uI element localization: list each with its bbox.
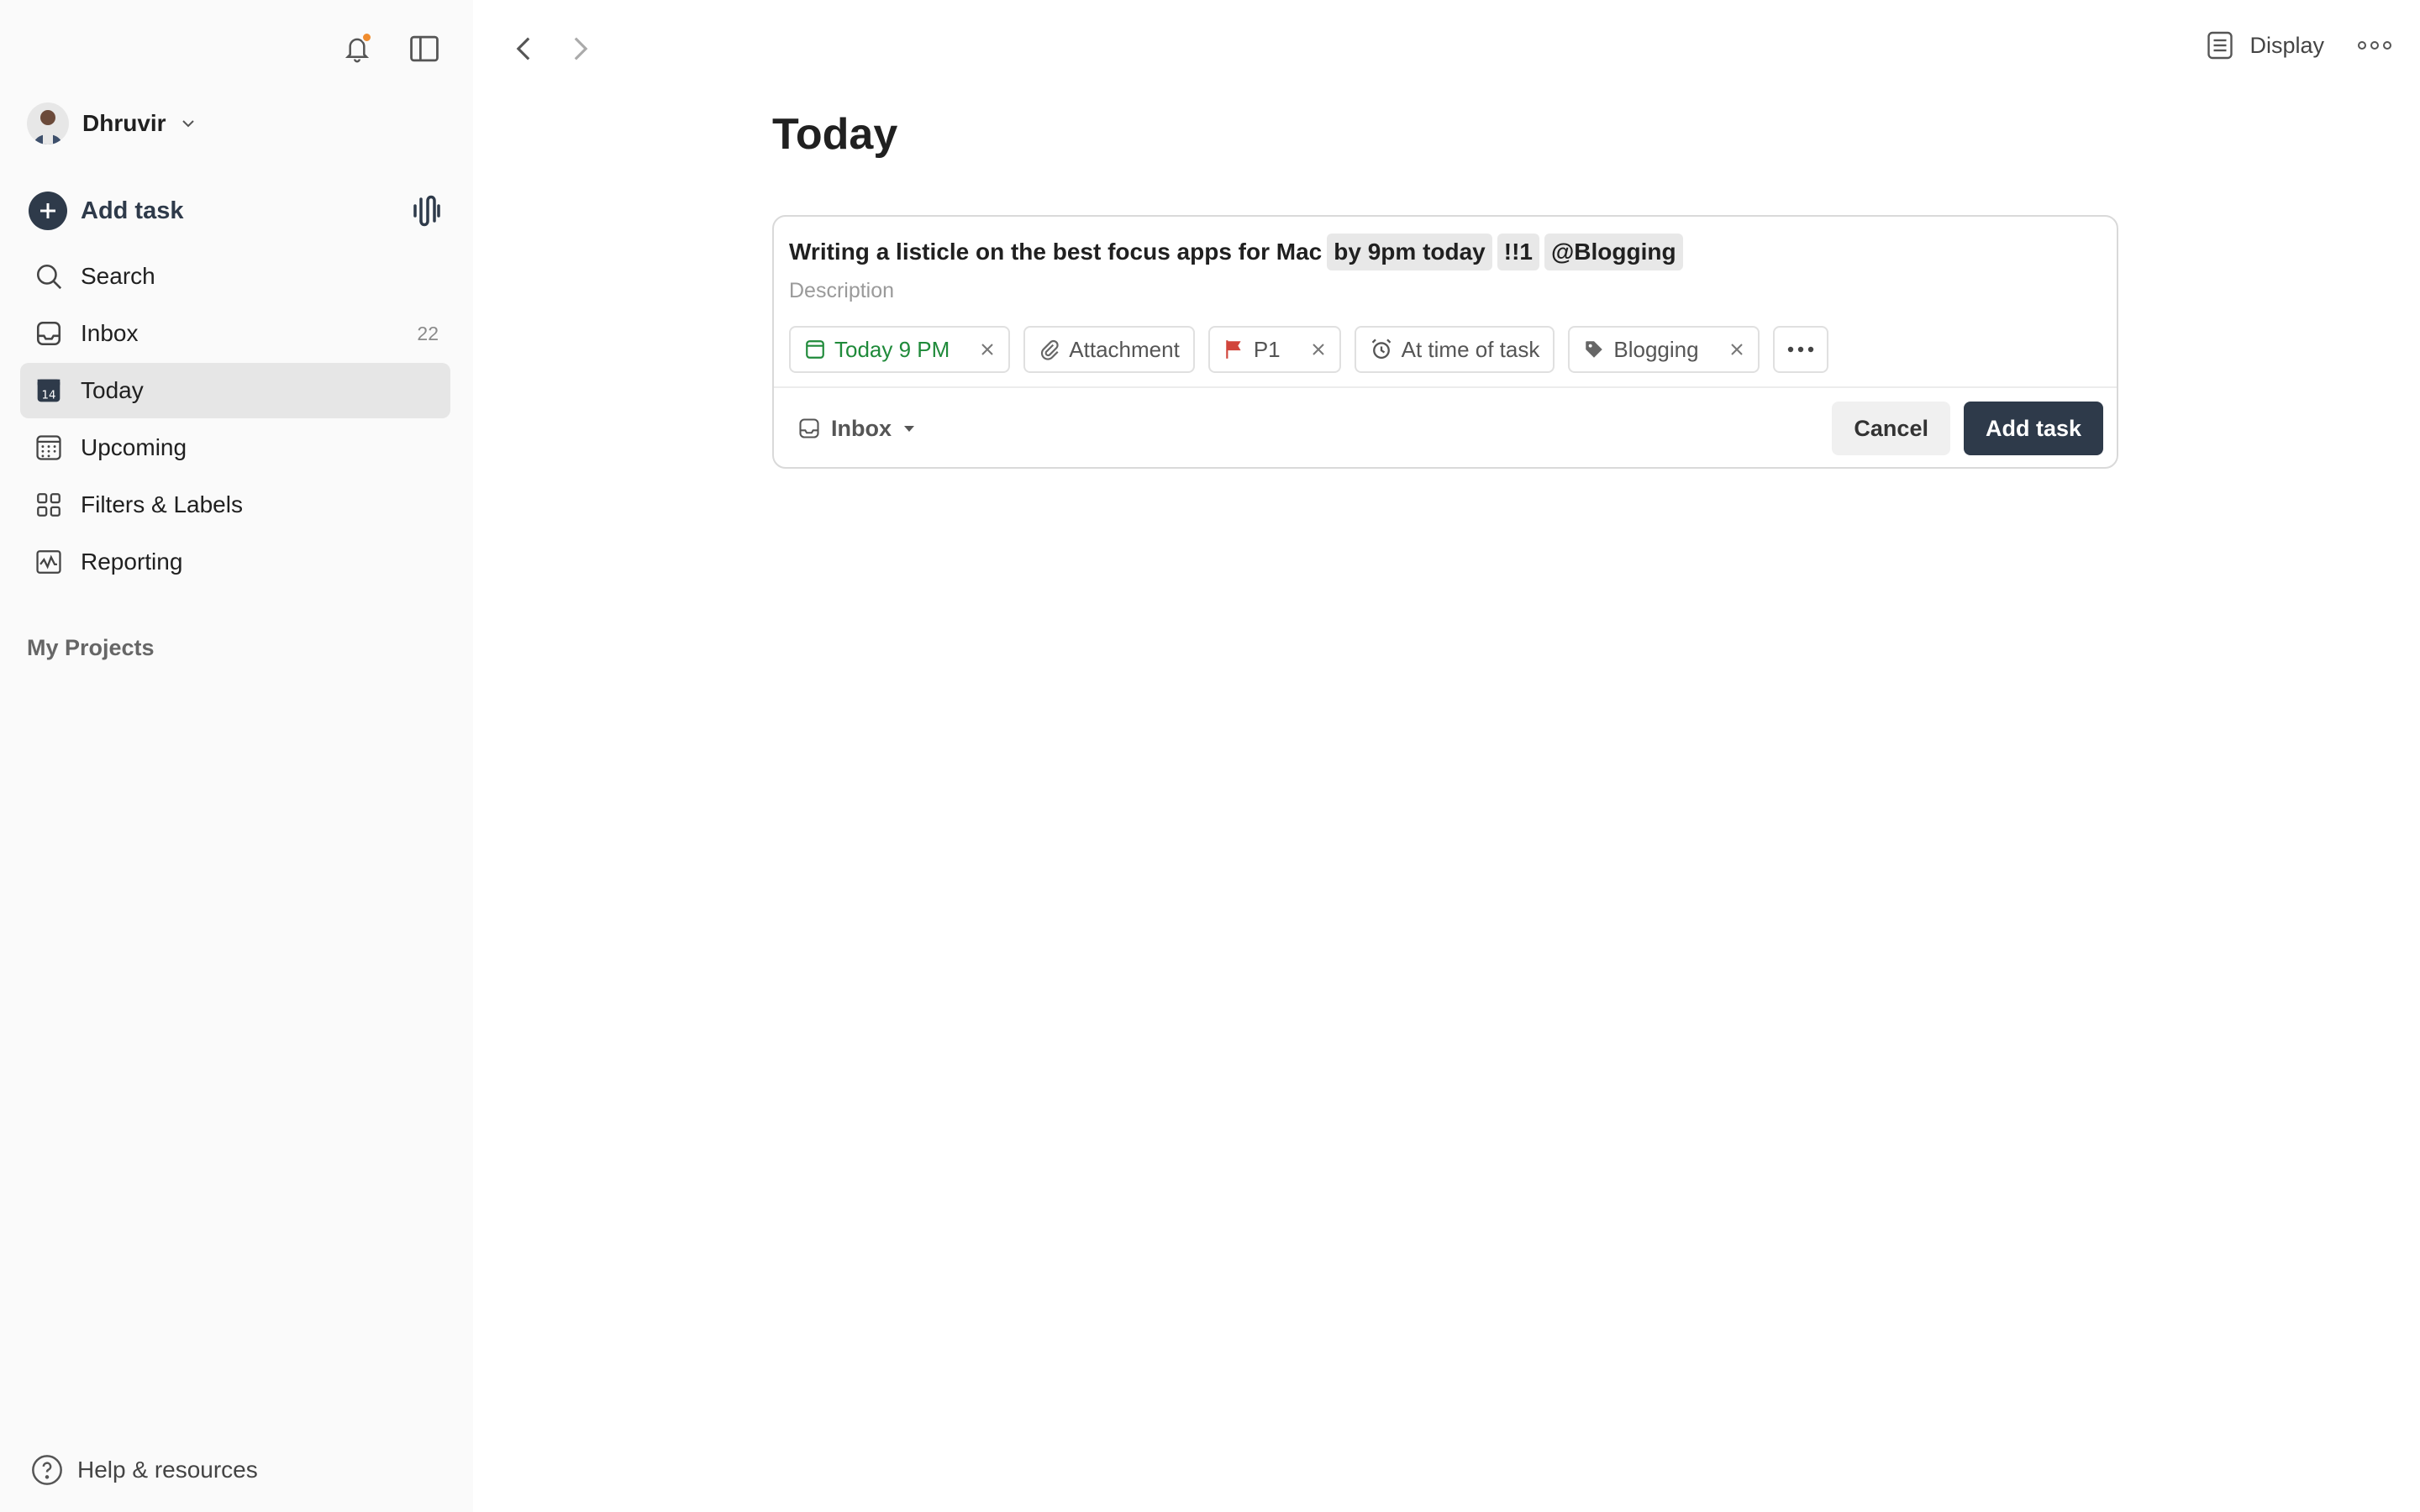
close-icon[interactable]	[1311, 342, 1326, 357]
project-selector[interactable]: Inbox	[797, 416, 917, 442]
attachment-label: Attachment	[1069, 336, 1180, 362]
sidebar-item-search[interactable]: Search	[20, 249, 450, 304]
more-horizontal-icon	[2358, 41, 2391, 50]
editor-footer: Inbox Cancel Add task	[774, 388, 2117, 469]
task-attribute-chips: Today 9 PM Attachment P1 At time of task	[789, 326, 1828, 373]
submit-add-task-button[interactable]: Add task	[1963, 402, 2103, 455]
app-window: Dhruvir Add task Search Inbox 22 14 Toda…	[0, 0, 2420, 1512]
ramble-button[interactable]	[408, 192, 445, 229]
task-name-input[interactable]: Writing a listicle on the best focus app…	[789, 234, 1683, 270]
close-icon[interactable]	[980, 342, 995, 357]
sidebar-item-inbox[interactable]: Inbox 22	[20, 306, 450, 361]
cancel-button[interactable]: Cancel	[1832, 402, 1950, 455]
sidebar-nav: Search Inbox 22 14 Today Upcoming Filter…	[20, 249, 450, 591]
display-settings-icon	[2207, 31, 2233, 60]
due-date-label: Today 9 PM	[834, 336, 950, 362]
sidebar-item-today[interactable]: 14 Today	[20, 363, 450, 418]
editor-actions: Cancel Add task	[1832, 402, 2103, 455]
task-text: Writing a listicle on the best focus app…	[789, 239, 1323, 265]
user-name: Dhruvir	[82, 110, 166, 136]
sidebar-item-label: Filters & Labels	[81, 491, 243, 517]
display-label: Display	[2249, 32, 2324, 58]
add-task-label: Add task	[81, 197, 184, 224]
attachment-chip[interactable]: Attachment	[1023, 326, 1195, 373]
description-input[interactable]: Description	[789, 279, 894, 303]
chart-icon	[34, 547, 64, 577]
chevron-right-icon	[574, 37, 588, 60]
inbox-icon	[799, 418, 819, 438]
sidebar-item-label: Reporting	[81, 549, 183, 575]
inbox-icon	[34, 318, 64, 349]
calendar-grid-icon	[34, 433, 64, 463]
main-content: Display Today Writing a listicle on the …	[473, 0, 2420, 1512]
plus-icon	[29, 192, 67, 230]
priority-token: !!1	[1497, 234, 1539, 270]
today-day-number: 14	[42, 389, 56, 402]
add-task-row: Add task	[29, 192, 445, 230]
sidebar-top-icons	[339, 30, 443, 67]
caret-down-icon	[904, 426, 914, 432]
reminder-label: At time of task	[1401, 336, 1540, 362]
priority-chip[interactable]: P1	[1207, 326, 1341, 373]
flag-icon	[1226, 340, 1241, 359]
help-icon	[32, 1455, 62, 1485]
chevron-left-icon	[516, 37, 530, 60]
label-chip[interactable]: Blogging	[1568, 326, 1760, 373]
forward-button[interactable]	[562, 30, 599, 67]
project-label: Inbox	[831, 415, 892, 441]
date-token: by 9pm today	[1327, 234, 1492, 270]
sidebar-item-label: Search	[81, 263, 155, 289]
label-token: @Blogging	[1544, 234, 1683, 270]
toggle-sidebar-button[interactable]	[406, 30, 443, 67]
calendar-today-icon: 14	[34, 375, 64, 406]
user-menu[interactable]: Dhruvir	[27, 102, 197, 144]
page-title: Today	[772, 110, 898, 159]
priority-label: P1	[1253, 336, 1281, 362]
header-actions: Display	[2206, 27, 2393, 64]
calendar-icon	[806, 340, 824, 359]
close-icon[interactable]	[1729, 342, 1744, 357]
help-label: Help & resources	[77, 1457, 258, 1483]
sidebar-item-filters-labels[interactable]: Filters & Labels	[20, 477, 450, 533]
back-button[interactable]	[505, 30, 542, 67]
sidebar-item-upcoming[interactable]: Upcoming	[20, 420, 450, 475]
sidebar-item-label: Upcoming	[81, 434, 187, 460]
due-date-chip[interactable]: Today 9 PM	[789, 326, 1011, 373]
reminder-chip[interactable]: At time of task	[1354, 326, 1555, 373]
sidebar-add-task-button[interactable]: Add task	[29, 192, 183, 230]
more-actions-button[interactable]	[1772, 326, 1828, 373]
sidebar-item-label: Today	[81, 377, 144, 403]
notifications-button[interactable]	[339, 30, 376, 67]
my-projects-heading[interactable]: My Projects	[27, 635, 155, 661]
sidebar-item-label: Inbox	[81, 320, 139, 346]
more-horizontal-icon	[1787, 346, 1813, 353]
sidebar-item-reporting[interactable]: Reporting	[20, 534, 450, 590]
grid-icon	[34, 490, 64, 520]
waveform-icon	[413, 195, 440, 227]
notification-dot	[361, 32, 372, 43]
tag-icon	[1586, 341, 1603, 358]
help-resources-link[interactable]: Help & resources	[30, 1453, 258, 1487]
more-options-button[interactable]	[2356, 27, 2393, 64]
search-icon	[34, 261, 64, 291]
task-editor: Writing a listicle on the best focus app…	[772, 215, 2118, 469]
sidebar-toggle-icon	[410, 35, 439, 62]
chevron-down-icon	[182, 120, 194, 128]
avatar	[27, 102, 69, 144]
inbox-count: 22	[417, 322, 439, 344]
sidebar: Dhruvir Add task Search Inbox 22 14 Toda…	[0, 0, 473, 1512]
paperclip-icon	[1041, 339, 1059, 360]
history-navigation	[505, 30, 599, 67]
display-button[interactable]: Display	[2206, 30, 2324, 60]
label-chip-label: Blogging	[1613, 336, 1699, 362]
alarm-clock-icon	[1371, 339, 1391, 360]
